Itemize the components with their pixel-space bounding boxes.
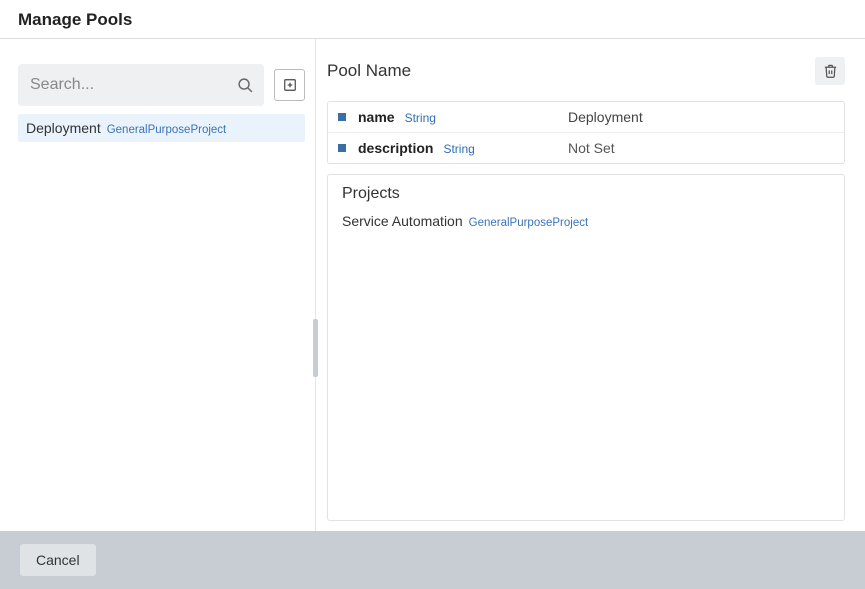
details-heading: Pool Name	[327, 61, 411, 81]
dialog-title: Manage Pools	[18, 10, 847, 30]
property-row[interactable]: name String Deployment	[328, 102, 844, 133]
project-item-name: Service Automation	[342, 213, 463, 229]
sidebar: Deployment GeneralPurposeProject	[0, 39, 315, 531]
search-button[interactable]	[237, 77, 254, 94]
dialog-header: Manage Pools	[0, 0, 865, 39]
property-type: String	[405, 111, 436, 125]
pool-list: Deployment GeneralPurposeProject	[18, 114, 305, 142]
dialog-footer: Cancel	[0, 531, 865, 589]
property-marker-icon	[338, 113, 346, 121]
search-input[interactable]	[30, 76, 237, 94]
property-key: name	[358, 109, 395, 125]
pane-divider	[315, 39, 317, 531]
delete-pool-button[interactable]	[815, 57, 845, 85]
property-key-cell: name String	[358, 109, 568, 125]
pool-list-item[interactable]: Deployment GeneralPurposeProject	[18, 114, 305, 142]
property-key-cell: description String	[358, 140, 568, 156]
property-key: description	[358, 140, 433, 156]
plus-icon	[283, 78, 297, 92]
trash-icon	[823, 63, 838, 79]
project-item-badge: GeneralPurposeProject	[469, 217, 589, 229]
search-wrap	[18, 64, 264, 106]
properties-table: name String Deployment description Strin…	[327, 101, 845, 164]
projects-heading: Projects	[342, 185, 830, 203]
add-pool-button[interactable]	[274, 69, 305, 101]
pool-item-badge: GeneralPurposeProject	[107, 124, 227, 136]
resize-handle[interactable]	[313, 319, 318, 377]
dialog-body: Deployment GeneralPurposeProject Pool Na…	[0, 39, 865, 531]
projects-panel: Projects Service Automation GeneralPurpo…	[327, 174, 845, 521]
property-row[interactable]: description String Not Set	[328, 133, 844, 163]
property-type: String	[443, 142, 474, 156]
property-marker-icon	[338, 144, 346, 152]
cancel-button[interactable]: Cancel	[20, 544, 96, 576]
project-list-item[interactable]: Service Automation GeneralPurposeProject	[342, 213, 830, 229]
property-value: Deployment	[568, 109, 643, 125]
property-value: Not Set	[568, 140, 615, 156]
search-row	[18, 64, 305, 106]
search-icon	[237, 77, 254, 94]
details-header: Pool Name	[327, 57, 845, 91]
pool-item-name: Deployment	[26, 120, 101, 136]
details-pane: Pool Name name String	[317, 39, 865, 531]
